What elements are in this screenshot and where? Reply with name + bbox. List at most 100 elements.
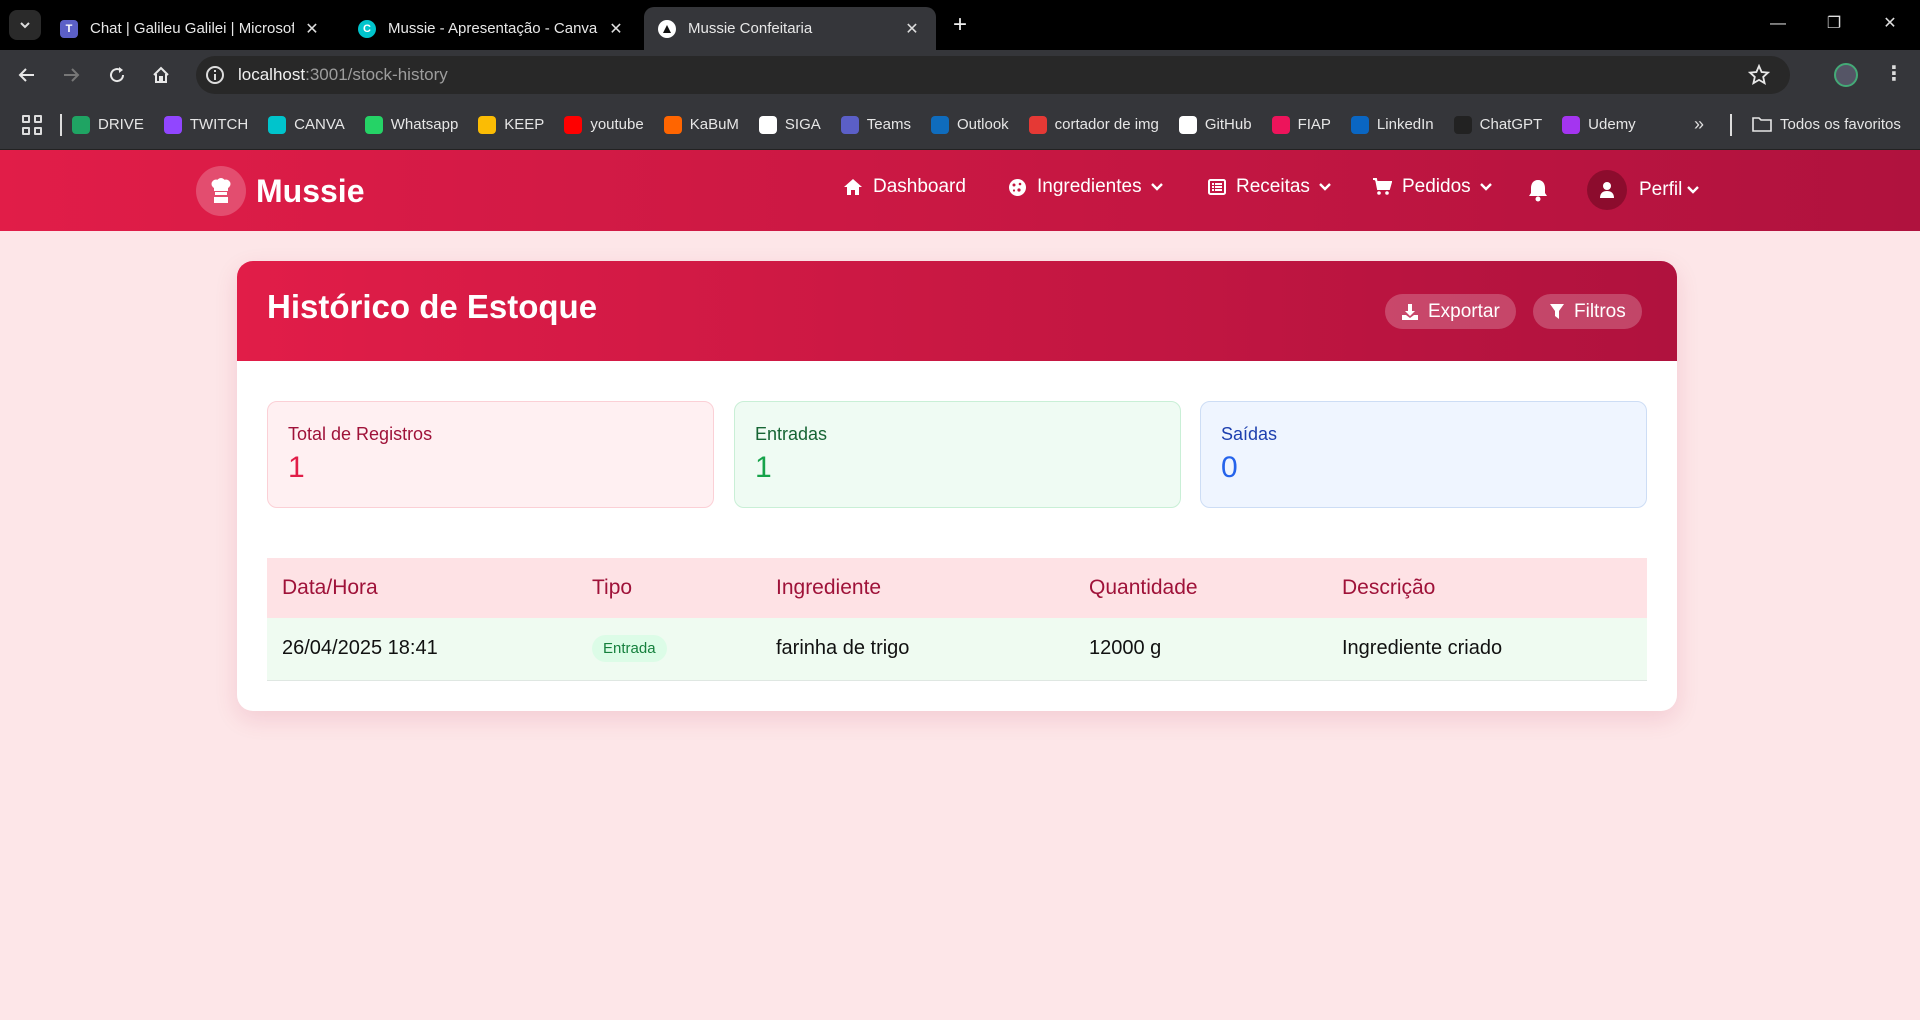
bookmark-item[interactable]: TWITCH — [163, 115, 249, 134]
page-title: Histórico de Estoque — [267, 288, 598, 325]
column-header-datetime[interactable]: Data/Hora — [267, 558, 577, 618]
kabum-icon — [663, 115, 682, 134]
bookmark-label: SIGA — [784, 116, 821, 133]
nav-dashboard[interactable]: Dashboard — [843, 176, 966, 198]
more-bookmarks-button[interactable]: » — [1694, 114, 1704, 135]
tab-title: Mussie - Apresentação - Canva — [388, 20, 598, 37]
browser-tab[interactable]: T Chat | Galileu Galilei | Microsoft ✕ — [46, 7, 336, 50]
brand-logo[interactable]: Mussie — [196, 166, 364, 216]
bookmark-label: CANVA — [294, 116, 345, 133]
cell-ingredient: farinha de trigo — [761, 618, 1074, 681]
card-header: Histórico de Estoque Exportar Filtros — [237, 261, 1677, 361]
close-icon[interactable]: ✕ — [606, 19, 626, 39]
bookmark-item[interactable]: cortador de img — [1028, 115, 1159, 134]
bookmark-label: KEEP — [504, 116, 545, 133]
browser-tab[interactable]: C Mussie - Apresentação - Canva ✕ — [344, 7, 640, 50]
nav-pedidos-label: Pedidos — [1402, 176, 1471, 197]
nav-receitas[interactable]: Receitas — [1208, 176, 1332, 198]
filters-button[interactable]: Filtros — [1533, 294, 1642, 329]
table-row[interactable]: 26/04/2025 18:41 Entrada farinha de trig… — [267, 618, 1647, 681]
apps-grid-icon[interactable] — [22, 114, 42, 135]
close-icon[interactable]: ✕ — [302, 19, 322, 39]
bookmark-item[interactable]: GitHub — [1178, 115, 1252, 134]
column-header-ingredient[interactable]: Ingrediente — [761, 558, 1074, 618]
brand-name: Mussie — [256, 172, 365, 209]
nav-pedidos[interactable]: Pedidos — [1372, 176, 1493, 198]
chevron-down-icon — [1687, 186, 1700, 194]
url-host: localhost — [238, 65, 306, 84]
whatsapp-icon — [364, 115, 383, 134]
browser-tab-active[interactable]: Mussie Confeitaria ✕ — [644, 7, 936, 50]
cookie-icon — [1009, 178, 1026, 196]
bookmark-item[interactable]: SIGA — [758, 115, 821, 134]
forward-button[interactable] — [56, 61, 86, 89]
stock-history-card: Histórico de Estoque Exportar Filtros To… — [237, 261, 1677, 711]
bookmark-item[interactable]: ChatGPT — [1453, 115, 1543, 134]
column-header-description[interactable]: Descrição — [1327, 558, 1647, 618]
cell-description: Ingrediente criado — [1327, 618, 1647, 681]
bookmark-star-icon[interactable] — [1748, 64, 1770, 86]
new-tab-button[interactable]: + — [946, 12, 974, 40]
shopping-cart-icon — [1373, 178, 1392, 195]
folder-icon — [1752, 117, 1772, 132]
stat-label: Entradas — [755, 424, 828, 444]
bookmark-item[interactable]: LinkedIn — [1350, 115, 1434, 134]
bell-icon — [1529, 180, 1547, 202]
column-header-quantity[interactable]: Quantidade — [1074, 558, 1327, 618]
back-button[interactable] — [12, 61, 42, 89]
app-navbar: Mussie Dashboard Ingredientes Receitas P… — [0, 150, 1920, 231]
bookmark-item[interactable]: KaBuM — [663, 115, 739, 134]
restore-button[interactable]: ❐ — [1816, 10, 1852, 38]
tab-search-button[interactable] — [9, 10, 41, 40]
stat-value: 1 — [755, 451, 772, 484]
bookmark-item[interactable]: Outlook — [930, 115, 1009, 134]
browser-toolbar: localhost:3001/stock-history ⋮ — [0, 50, 1920, 100]
site-info-icon[interactable] — [204, 64, 226, 86]
browser-menu-button[interactable]: ⋮ — [1884, 62, 1904, 86]
home-button[interactable] — [146, 61, 176, 89]
bookmark-label: Whatsapp — [390, 116, 459, 133]
all-bookmarks-folder[interactable]: Todos os favoritos — [1752, 115, 1901, 133]
keep-icon — [478, 115, 497, 134]
bookmark-item[interactable]: KEEP — [478, 115, 545, 134]
bookmark-label: KaBuM — [689, 116, 739, 133]
bookmark-item[interactable]: Teams — [840, 115, 911, 134]
chatgpt-icon — [1453, 115, 1472, 134]
bookmark-item[interactable]: youtube — [564, 115, 644, 134]
bookmark-label: DRIVE — [98, 116, 144, 133]
close-icon[interactable]: ✕ — [902, 19, 922, 39]
bookmark-label: GitHub — [1204, 116, 1252, 133]
bookmark-item[interactable]: Udemy — [1562, 115, 1636, 134]
youtube-icon — [564, 115, 583, 134]
bookmark-label: ChatGPT — [1479, 116, 1543, 133]
bookmark-item[interactable]: Whatsapp — [364, 115, 459, 134]
download-icon — [1402, 303, 1418, 320]
github-icon — [1178, 115, 1197, 134]
user-avatar — [1587, 170, 1627, 210]
reload-button[interactable] — [102, 61, 132, 89]
browser-profile-avatar[interactable] — [1834, 63, 1858, 87]
nav-ingredientes[interactable]: Ingredientes — [1008, 176, 1164, 198]
profile-menu[interactable]: Perfil — [1587, 170, 1700, 210]
bookmark-item[interactable]: DRIVE — [72, 115, 144, 134]
bookmark-label: LinkedIn — [1376, 116, 1434, 133]
stat-entradas: Entradas 1 — [734, 401, 1181, 508]
bookmark-label: TWITCH — [189, 116, 249, 133]
bookmark-label: Teams — [866, 116, 911, 133]
minimize-button[interactable]: — — [1760, 10, 1796, 38]
bookmark-separator — [1730, 114, 1732, 136]
tab-title: Chat | Galileu Galilei | Microsoft — [90, 20, 294, 37]
bookmark-item[interactable]: CANVA — [268, 115, 345, 134]
close-window-button[interactable]: ✕ — [1872, 10, 1908, 38]
cell-datetime: 26/04/2025 18:41 — [267, 618, 577, 681]
bookmark-label: Udemy — [1588, 116, 1636, 133]
address-bar[interactable]: localhost:3001/stock-history — [196, 56, 1790, 94]
teams-icon: T — [60, 19, 78, 38]
chevron-down-icon — [1150, 183, 1163, 191]
chevron-down-icon — [20, 22, 30, 29]
column-header-type[interactable]: Tipo — [577, 558, 761, 618]
export-button[interactable]: Exportar — [1385, 294, 1516, 329]
notifications-button[interactable] — [1527, 178, 1549, 207]
bookmark-label: youtube — [590, 116, 644, 133]
bookmark-item[interactable]: FIAP — [1271, 115, 1331, 134]
